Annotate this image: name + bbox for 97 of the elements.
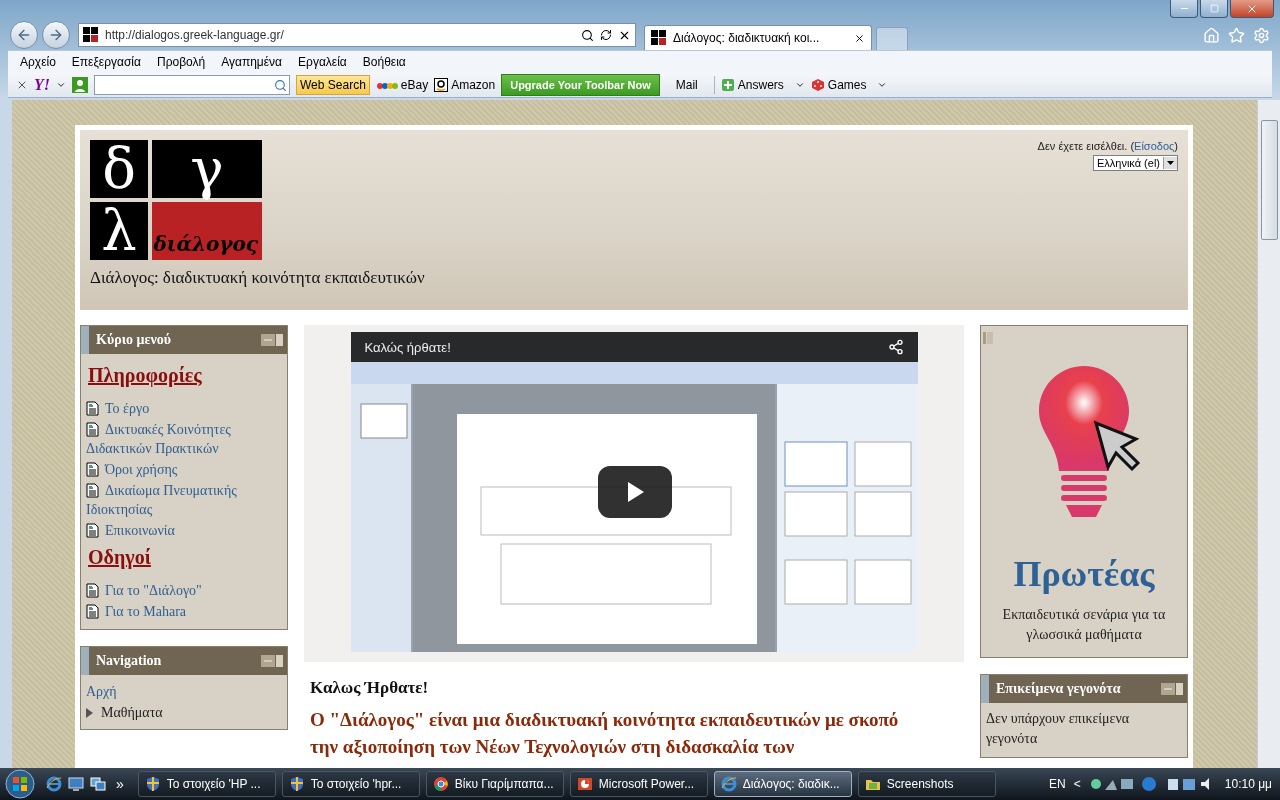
collapse-icon [1161, 683, 1183, 695]
protea-caption: Εκπαιδευτικά σενάρια για τα γλωσσικά μαθήματα [1001, 606, 1167, 644]
nav-link[interactable]: Αρχή [86, 681, 282, 703]
block-title: Επικείμενα γεγονότα [996, 681, 1121, 697]
toolbar-menu[interactable]: Answers [720, 78, 805, 92]
shield-icon [144, 776, 161, 792]
minimize-button[interactable] [1170, 0, 1198, 18]
clock: 10:10 μμ [1224, 777, 1272, 791]
section-link[interactable]: Οδηγοί [88, 546, 282, 569]
site-logo: δ γ λ διάλογος [90, 140, 425, 260]
browser-icon [46, 776, 62, 792]
language-select[interactable]: Ελληνικά (el) [1092, 155, 1178, 171]
language-indicator[interactable]: EN [1049, 777, 1066, 791]
search-field[interactable] [94, 75, 290, 95]
document-icon [86, 523, 99, 538]
caret-icon [794, 80, 805, 90]
collapse-icon [261, 655, 283, 667]
windows-icon[interactable] [90, 776, 106, 792]
address-field[interactable]: http://dialogos.greek-language.gr/ [78, 23, 636, 47]
welcome-heading: Καλως Ήρθατε! [310, 678, 430, 698]
caret-icon [1167, 161, 1174, 165]
toolbar-logo[interactable]: Y! [34, 76, 50, 94]
menu-item[interactable]: Επεξεργασία [71, 55, 141, 69]
desktop-icon[interactable] [68, 776, 84, 792]
back-button[interactable] [10, 21, 38, 49]
star-icon[interactable] [1228, 26, 1245, 44]
document-icon [86, 401, 99, 416]
tray-icons-drawing [1088, 776, 1159, 792]
intro-text: Ο "Διάλογος" είναι μια διαδικτυακή κοινότητα εκπαιδευτικών με σκοπό την αξιοποίηση των Νέων Τεχνολογιών στη διδασκαλία των [310, 708, 900, 759]
site-icon [83, 27, 99, 43]
taskbar-button[interactable]: Βίκυ Γιαρίμπαπα... [425, 771, 564, 797]
toolbar-link[interactable]: eBay [375, 78, 429, 92]
login-link[interactable]: Είσοδος [1134, 140, 1175, 152]
taskbar-button[interactable]: Το στοιχείο 'hpr... [281, 771, 420, 797]
menu-link[interactable]: Για το "Διάλογο" [86, 581, 282, 600]
login-status: Δεν έχετε εισέλθει. (Είσοδος) [1037, 140, 1178, 152]
toolbar-menu[interactable]: Games [810, 78, 888, 92]
menu-link[interactable]: Δικτυακές Κοινότητες Διδακτικών Πρακτικών [86, 420, 282, 458]
menu-link[interactable]: Το έργο [86, 399, 282, 418]
shield-icon [288, 776, 305, 792]
more-button[interactable]: » [116, 776, 124, 792]
site-title: Διάλογος: διαδικτυακή κοινότητα εκπαιδευτικών [90, 268, 425, 288]
taskbar-button[interactable]: Microsoft Power... [569, 771, 708, 797]
play-button[interactable] [597, 466, 672, 518]
browser-tab[interactable]: Διάλογος: διαδικτυακή κοι... [644, 25, 872, 50]
maximize-icon [1209, 4, 1219, 13]
search-icon [274, 78, 287, 92]
menu-link[interactable]: Επικοινωνία [86, 521, 282, 540]
document-icon [86, 483, 99, 498]
section-link[interactable]: Πληροφορίες [88, 364, 282, 387]
refresh-icon [600, 29, 612, 41]
taskbar-button[interactable]: Το στοιχείο 'HP ... [137, 771, 276, 797]
collapse-icon [261, 334, 283, 346]
menu-item[interactable]: Εργαλεία [298, 55, 347, 69]
document-icon [86, 462, 99, 477]
mail-link[interactable]: Mail [675, 78, 698, 92]
caret-icon [56, 80, 66, 90]
browser-icon [720, 776, 737, 792]
toolbar-link[interactable]: Amazon [434, 78, 496, 92]
collapse-icon [983, 332, 993, 344]
menu-item[interactable]: Βοήθεια [362, 55, 406, 69]
menu-link[interactable]: Για το Mahara [86, 602, 282, 621]
video-title: Καλώς ήρθατε! [364, 339, 451, 355]
menu-item[interactable]: Προβολή [156, 55, 206, 69]
amazon-icon [434, 78, 449, 92]
expand-icon[interactable] [86, 708, 93, 718]
search-icon [581, 28, 594, 42]
events-text: Δεν υπάρχουν επικείμενα γεγονότα [986, 710, 1131, 748]
maximize-button[interactable] [1200, 0, 1228, 18]
menu-item[interactable]: Αγαπημένα [221, 55, 283, 69]
close-button[interactable] [1230, 0, 1274, 18]
web-search-button[interactable]: Web Search [296, 75, 370, 95]
protea-link[interactable]: Πρωτέας [1013, 553, 1155, 595]
forward-button[interactable] [42, 21, 70, 49]
close-icon [854, 32, 865, 44]
tray-toggle[interactable]: < [1073, 777, 1081, 791]
dice-icon [810, 78, 825, 92]
answers-icon [720, 78, 735, 92]
block-title: Κύριο μενού [96, 332, 171, 348]
browser-icon [432, 776, 449, 792]
share-icon[interactable] [887, 339, 904, 355]
block-title: Navigation [96, 653, 162, 669]
menu-link[interactable]: Όροι χρήσης [86, 460, 282, 479]
nav-item[interactable]: Μαθήματα [101, 705, 163, 721]
document-icon [86, 422, 99, 437]
document-icon [86, 604, 99, 619]
person-icon[interactable] [72, 77, 88, 93]
document-icon [86, 583, 99, 598]
arrow-right-icon [48, 27, 64, 43]
menu-item[interactable]: Αρχείο [20, 55, 56, 69]
caret-icon [877, 80, 888, 90]
site-icon [651, 30, 667, 46]
menu-link[interactable]: Δικαίωμα Πνευματικής Ιδιοκτησίας [86, 481, 282, 519]
taskbar-button[interactable]: Διάλογος: διαδικ... [713, 771, 852, 797]
close-icon[interactable] [16, 79, 28, 91]
taskbar-button[interactable]: Screenshots [857, 771, 996, 797]
presentation-icon [576, 776, 593, 792]
